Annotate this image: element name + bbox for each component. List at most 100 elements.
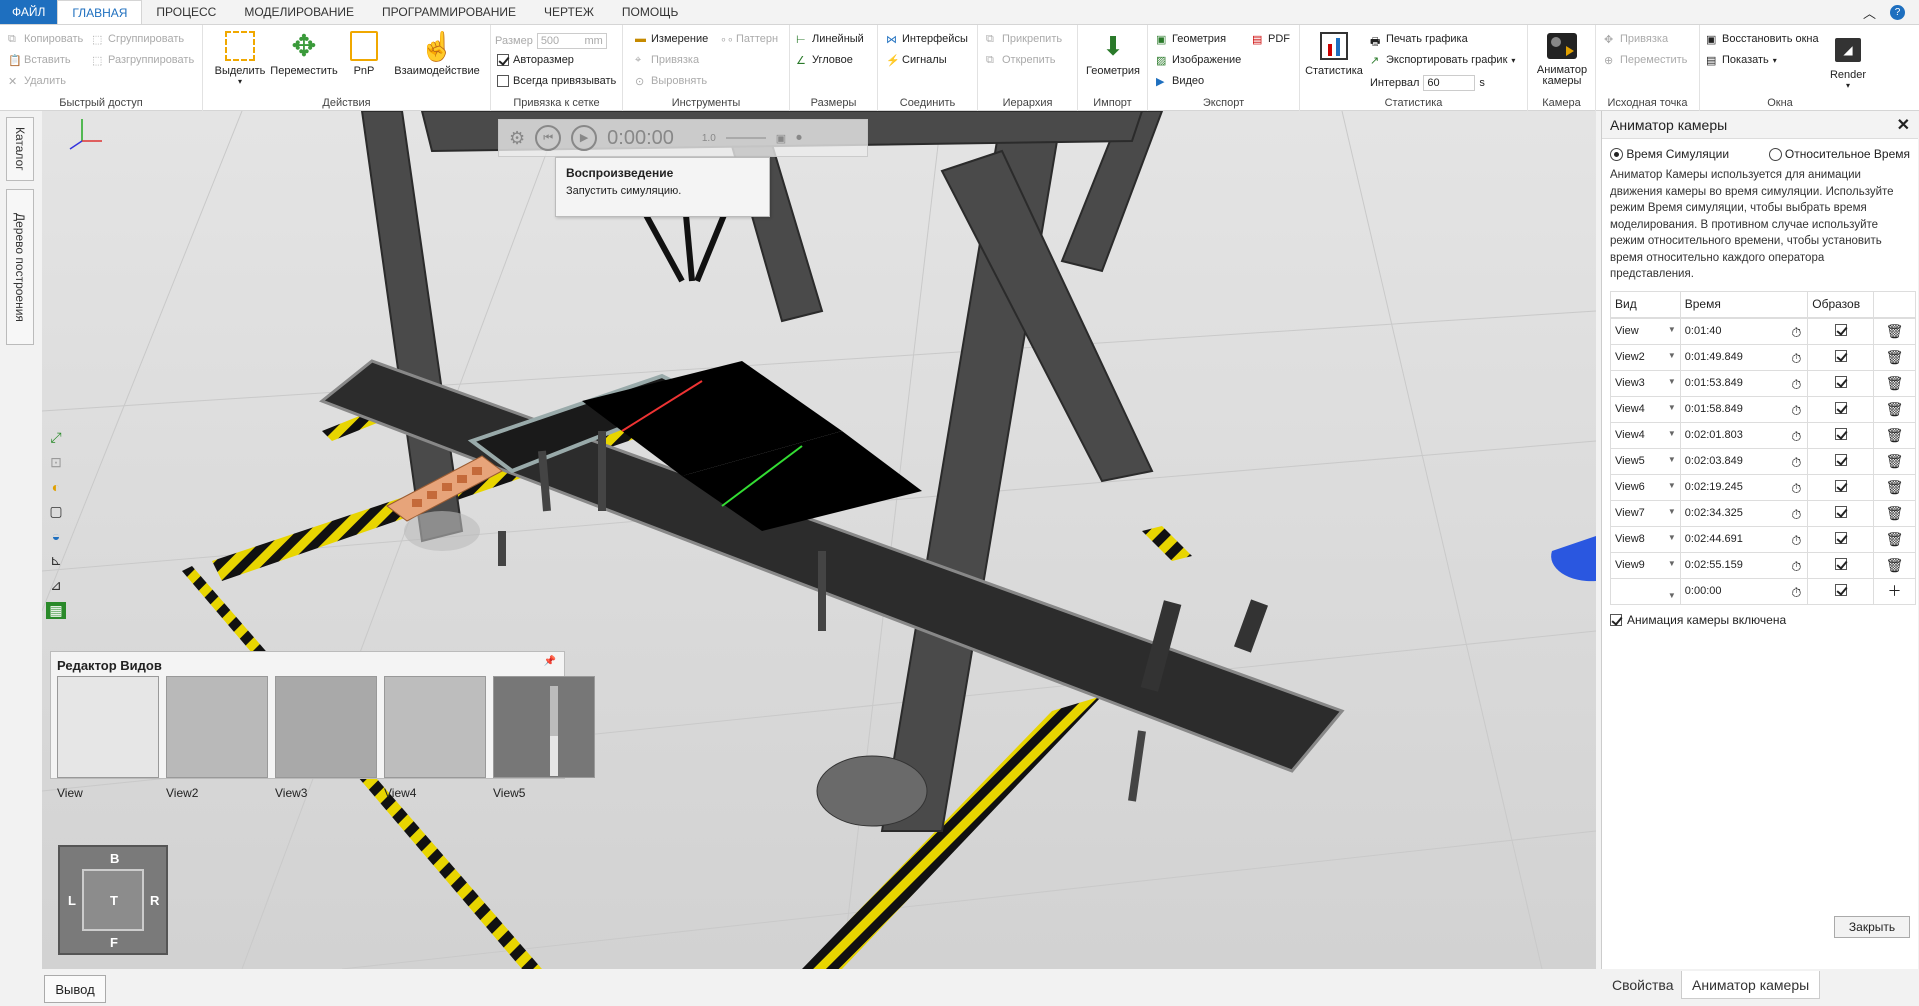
cube-right-label[interactable]: R bbox=[150, 893, 159, 908]
zoom-selection-icon[interactable]: ⊡ bbox=[50, 454, 62, 471]
origin-move-button[interactable]: ⊕ Переместить bbox=[1604, 54, 1687, 67]
sample-checkbox[interactable] bbox=[1807, 369, 1875, 397]
show-button[interactable]: ▤ Показать ▾ bbox=[1706, 54, 1777, 67]
delete-row-button[interactable]: 🗑 bbox=[1873, 473, 1916, 501]
tab-modeling[interactable]: МОДЕЛИРОВАНИЕ bbox=[230, 0, 368, 24]
tree-tab[interactable]: Дерево построения bbox=[6, 189, 34, 345]
stopwatch-icon[interactable]: ⏱ bbox=[1791, 507, 1801, 523]
import-geometry-button[interactable]: ⬇ Геометрия bbox=[1082, 29, 1144, 78]
play-button[interactable]: ▶ bbox=[571, 125, 598, 151]
3d-viewport[interactable]: ⚙ ⏮ ▶ 0:00:00 1.0 ▣ ⏺ Воспроизведение За… bbox=[42, 111, 1596, 969]
print-chart-button[interactable]: 🖶 Печать графика bbox=[1370, 33, 1468, 48]
view-select[interactable]: View ▼ bbox=[1610, 317, 1681, 345]
zoom-extents-icon[interactable]: ⤢ bbox=[50, 429, 61, 446]
view-thumb[interactable]: View4 bbox=[384, 676, 486, 800]
time-input[interactable]: 0:01:58.849 ⏱ bbox=[1679, 395, 1809, 423]
sample-checkbox[interactable] bbox=[1807, 421, 1875, 449]
keyframe-row[interactable]: View3 ▼ 0:01:53.849 ⏱ 🗑 bbox=[1610, 369, 1916, 397]
time-input[interactable]: 0:02:19.245 ⏱ bbox=[1679, 473, 1809, 501]
view-select[interactable]: View3 ▼ bbox=[1610, 369, 1681, 397]
origin-snap-button[interactable]: ✥ Привязка bbox=[1604, 33, 1668, 46]
export-image-button[interactable]: ▨ Изображение bbox=[1156, 54, 1241, 67]
view-select[interactable]: View4 ▼ bbox=[1610, 395, 1681, 423]
paste-button[interactable]: 📋 Вставить bbox=[8, 54, 71, 67]
statistics-button[interactable]: Статистика bbox=[1304, 29, 1364, 77]
copy-button[interactable]: ⧉ Копировать bbox=[8, 33, 83, 45]
keyframe-row[interactable]: ▼ 0:00:00 ⏱ ＋ bbox=[1610, 577, 1916, 605]
radio-relative-time[interactable]: Относительное Время bbox=[1768, 147, 1910, 162]
keyframe-row[interactable]: View ▼ 0:01:40 ⏱ 🗑 bbox=[1610, 317, 1916, 345]
time-input[interactable]: 0:02:55.159 ⏱ bbox=[1679, 551, 1809, 579]
sample-checkbox[interactable] bbox=[1807, 499, 1875, 527]
view-select[interactable]: ▼ bbox=[1610, 577, 1681, 605]
signals-button[interactable]: ⚡ Сигналы bbox=[886, 54, 947, 67]
select-button[interactable]: Выделить ▾ bbox=[211, 29, 269, 86]
time-input[interactable]: 0:02:44.691 ⏱ bbox=[1679, 525, 1809, 553]
output-tab[interactable]: Вывод bbox=[44, 975, 106, 1003]
delete-row-button[interactable]: 🗑 bbox=[1873, 369, 1916, 397]
view-select[interactable]: View9 ▼ bbox=[1610, 551, 1681, 579]
cube-center-label[interactable]: T bbox=[110, 893, 118, 908]
time-input[interactable]: 0:01:40 ⏱ bbox=[1679, 317, 1809, 345]
view-thumb[interactable]: View bbox=[57, 676, 159, 800]
camera-icon[interactable]: ▣ bbox=[776, 132, 786, 145]
export-pdf-button[interactable]: ▤ PDF bbox=[1252, 33, 1290, 46]
ortho-icon[interactable]: ▢ bbox=[49, 503, 62, 520]
interval-input[interactable]: 60 bbox=[1423, 75, 1476, 91]
view-select[interactable]: View8 ▼ bbox=[1610, 525, 1681, 553]
settings-gear-icon[interactable]: ⚙ bbox=[509, 128, 525, 149]
delete-row-button[interactable]: 🗑 bbox=[1873, 551, 1916, 579]
cube-top-label[interactable]: B bbox=[110, 851, 119, 866]
delete-row-button[interactable]: 🗑 bbox=[1873, 499, 1916, 527]
delete-row-button[interactable]: 🗑 bbox=[1873, 317, 1916, 345]
collapse-ribbon-icon[interactable]: ︿ bbox=[1863, 3, 1876, 22]
delete-row-button[interactable]: 🗑 bbox=[1873, 447, 1916, 475]
linear-dim-button[interactable]: ⊢ Линейный bbox=[796, 33, 864, 46]
render-mode-icon[interactable]: ◒ bbox=[52, 528, 60, 544]
pin-icon[interactable]: 📌 bbox=[544, 656, 556, 667]
camera-enabled-checkbox[interactable]: Анимация камеры включена bbox=[1610, 613, 1910, 627]
view-select[interactable]: View2 ▼ bbox=[1610, 343, 1681, 371]
view-editor-scrollbar[interactable] bbox=[550, 686, 558, 776]
time-input[interactable]: 0:01:49.849 ⏱ bbox=[1679, 343, 1809, 371]
stopwatch-icon[interactable]: ⏱ bbox=[1791, 481, 1801, 497]
autosize-checkbox[interactable]: Авторазмер bbox=[497, 54, 574, 66]
render-button[interactable]: ◢ Render ▾ bbox=[1824, 33, 1872, 90]
delete-button[interactable]: ✕ Удалить bbox=[8, 75, 66, 88]
sample-checkbox[interactable] bbox=[1807, 395, 1875, 423]
tool-snap-button[interactable]: ⌖ Привязка bbox=[635, 54, 699, 66]
frame-icon[interactable]: ⊿ bbox=[50, 577, 62, 594]
radio-sim-time[interactable]: Время Симуляции bbox=[1610, 147, 1729, 162]
axis-icon[interactable]: ⊾ bbox=[50, 552, 62, 569]
tab-drawing[interactable]: ЧЕРТЕЖ bbox=[530, 0, 608, 24]
time-input[interactable]: 0:00:00 ⏱ bbox=[1679, 577, 1809, 605]
view-cube[interactable]: B L T R F bbox=[58, 845, 168, 955]
restore-windows-button[interactable]: ▣ Восстановить окна bbox=[1706, 33, 1819, 46]
tab-programming[interactable]: ПРОГРАММИРОВАНИЕ bbox=[368, 0, 530, 24]
angular-dim-button[interactable]: ∠ Угловое bbox=[796, 54, 853, 67]
keyframe-row[interactable]: View5 ▼ 0:02:03.849 ⏱ 🗑 bbox=[1610, 447, 1916, 475]
tab-camera-animator[interactable]: Аниматор камеры bbox=[1681, 971, 1821, 999]
move-button[interactable]: ✥ Переместить bbox=[269, 29, 339, 78]
align-button[interactable]: ⊙ Выровнять bbox=[635, 75, 707, 88]
export-video-button[interactable]: ▶ Видео bbox=[1156, 75, 1204, 88]
stopwatch-icon[interactable]: ⏱ bbox=[1791, 559, 1801, 575]
time-input[interactable]: 0:02:34.325 ⏱ bbox=[1679, 499, 1809, 527]
delete-row-button[interactable]: 🗑 bbox=[1873, 421, 1916, 449]
tab-process[interactable]: ПРОЦЕСС bbox=[142, 0, 230, 24]
view-thumb[interactable]: View5 bbox=[493, 676, 595, 800]
keyframe-row[interactable]: View7 ▼ 0:02:34.325 ⏱ 🗑 bbox=[1610, 499, 1916, 527]
cube-left-label[interactable]: L bbox=[68, 893, 76, 908]
view-thumb[interactable]: View3 bbox=[275, 676, 377, 800]
export-chart-button[interactable]: ↗ Экспортировать график ▾ bbox=[1370, 54, 1515, 67]
file-menu[interactable]: ФАЙЛ bbox=[0, 0, 58, 24]
view-select[interactable]: View7 ▼ bbox=[1610, 499, 1681, 527]
sample-checkbox[interactable] bbox=[1807, 343, 1875, 371]
interfaces-button[interactable]: ⋈ Интерфейсы bbox=[886, 33, 968, 46]
sample-checkbox[interactable] bbox=[1807, 551, 1875, 579]
stopwatch-icon[interactable]: ⏱ bbox=[1791, 403, 1801, 419]
always-snap-checkbox[interactable]: Всегда привязывать bbox=[497, 75, 616, 87]
camera-animator-button[interactable]: Аниматор камеры bbox=[1532, 29, 1592, 87]
sample-checkbox[interactable] bbox=[1807, 473, 1875, 501]
delete-row-button[interactable]: 🗑 bbox=[1873, 395, 1916, 423]
